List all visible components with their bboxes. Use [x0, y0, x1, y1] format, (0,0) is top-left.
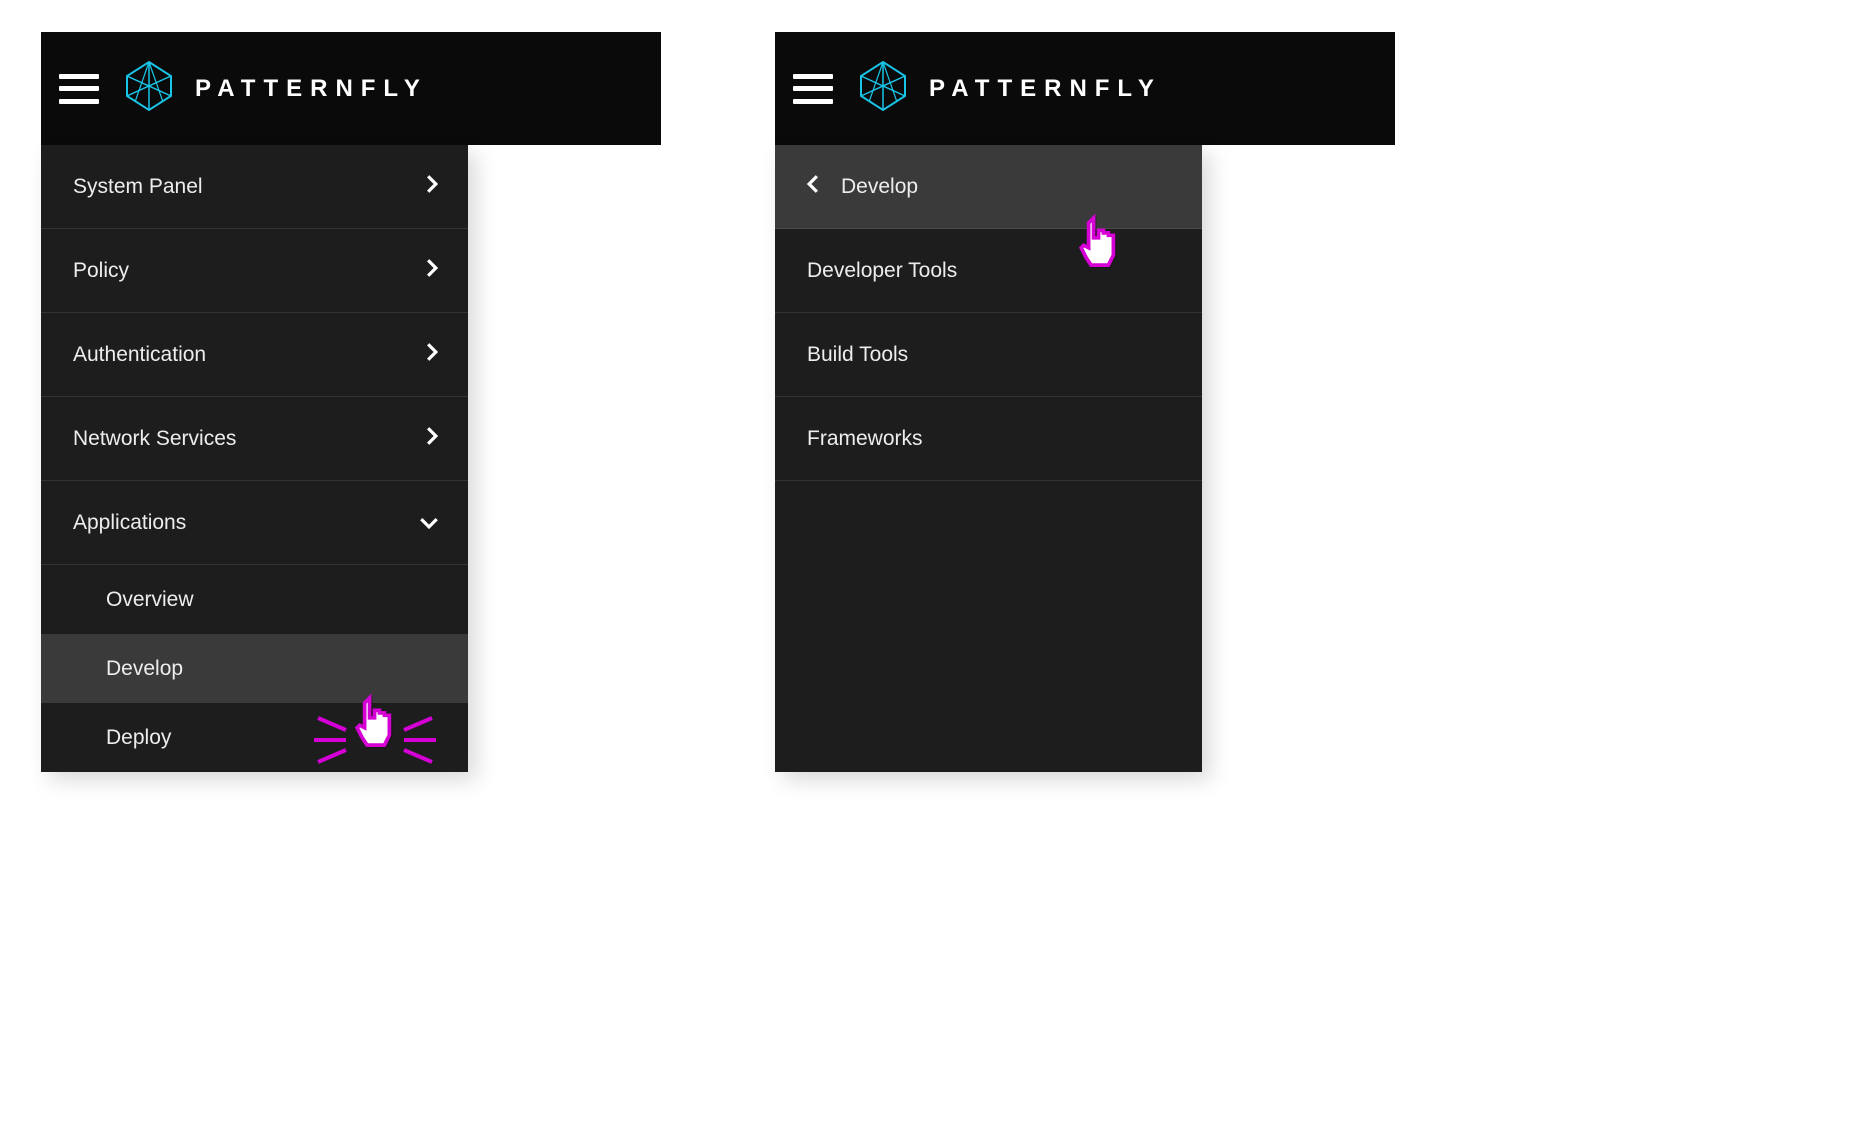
- brand-logo[interactable]: PATTERNFLY: [121, 58, 428, 119]
- panel-left-expanded-nav: PATTERNFLY System Panel Policy Authentic…: [41, 32, 661, 772]
- chevron-right-icon: [426, 259, 438, 283]
- brand-name: PATTERNFLY: [195, 75, 428, 103]
- chevron-left-icon: [807, 175, 819, 199]
- patternfly-logo-icon: [855, 58, 911, 119]
- nav-item-policy[interactable]: Policy: [41, 229, 468, 313]
- header-bar: PATTERNFLY: [775, 32, 1395, 145]
- header-bar: PATTERNFLY: [41, 32, 661, 145]
- patternfly-logo-icon: [121, 58, 177, 119]
- nav-item-applications[interactable]: Applications: [41, 481, 468, 565]
- drill-back-header[interactable]: Develop: [775, 145, 1202, 229]
- drill-label: Frameworks: [807, 427, 923, 451]
- drill-item-frameworks[interactable]: Frameworks: [775, 397, 1202, 481]
- chevron-right-icon: [426, 427, 438, 451]
- drill-item-build-tools[interactable]: Build Tools: [775, 313, 1202, 397]
- nav-label: Authentication: [73, 343, 206, 367]
- nav-label: Applications: [73, 511, 186, 535]
- sub-item-deploy[interactable]: Deploy: [41, 703, 468, 772]
- sub-label: Develop: [106, 657, 183, 681]
- nav-label: Policy: [73, 259, 129, 283]
- chevron-down-icon: [420, 511, 438, 535]
- drill-label: Developer Tools: [807, 259, 957, 283]
- chevron-right-icon: [426, 343, 438, 367]
- sidebar-empty-space: [775, 481, 1202, 772]
- drill-title: Develop: [841, 175, 918, 199]
- sidebar-nav: System Panel Policy Authentication Netwo…: [41, 145, 468, 772]
- nav-item-authentication[interactable]: Authentication: [41, 313, 468, 397]
- sidebar-drilldown: Develop Developer Tools Build Tools Fram…: [775, 145, 1202, 772]
- brand-name: PATTERNFLY: [929, 75, 1162, 103]
- nav-label: System Panel: [73, 175, 203, 199]
- panel-right-drilldown: PATTERNFLY Develop Developer Tools Build…: [775, 32, 1395, 772]
- chevron-right-icon: [426, 175, 438, 199]
- sub-item-develop[interactable]: Develop: [41, 634, 468, 703]
- drill-label: Build Tools: [807, 343, 908, 367]
- drill-item-developer-tools[interactable]: Developer Tools: [775, 229, 1202, 313]
- nav-item-system-panel[interactable]: System Panel: [41, 145, 468, 229]
- sub-label: Deploy: [106, 726, 171, 750]
- hamburger-menu-icon[interactable]: [59, 74, 99, 104]
- nav-item-network-services[interactable]: Network Services: [41, 397, 468, 481]
- nav-label: Network Services: [73, 427, 236, 451]
- sub-item-overview[interactable]: Overview: [41, 565, 468, 634]
- brand-logo[interactable]: PATTERNFLY: [855, 58, 1162, 119]
- hamburger-menu-icon[interactable]: [793, 74, 833, 104]
- sub-label: Overview: [106, 588, 194, 612]
